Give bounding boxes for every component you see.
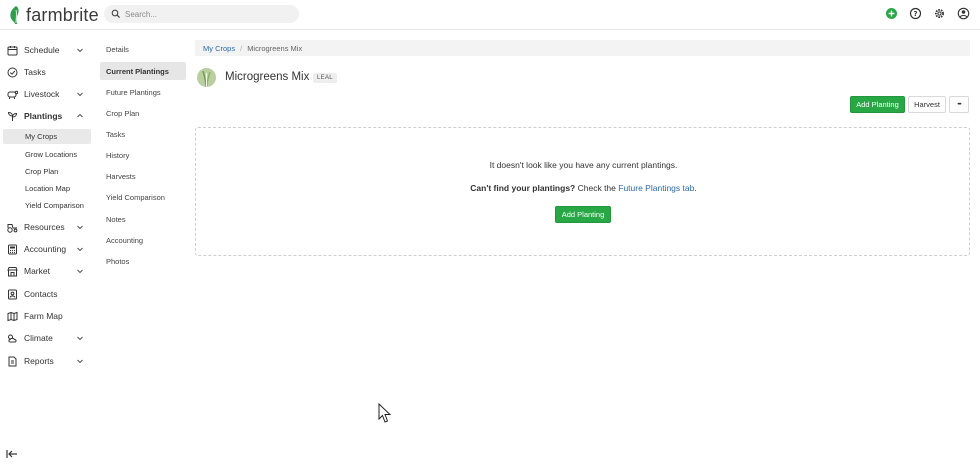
subnav-current-plantings[interactable]: Current Plantings	[100, 62, 186, 80]
nav-label: Market	[24, 266, 50, 276]
search-bar[interactable]	[104, 5, 299, 23]
more-options-button[interactable]: •••	[949, 96, 969, 113]
breadcrumb-current: Microgreens Mix	[247, 43, 303, 53]
chevron-down-icon	[76, 357, 84, 365]
livestock-icon	[7, 89, 19, 100]
nav-label: Tasks	[24, 67, 46, 77]
left-nav: Schedule Tasks Livestock Plantings My Cr…	[0, 31, 96, 467]
nav-label: Climate	[24, 333, 53, 343]
report-icon	[7, 356, 18, 367]
empty-state-hint-text: Check the	[575, 183, 619, 193]
nav-label: Schedule	[24, 45, 60, 55]
svg-text:?: ?	[913, 10, 917, 18]
subnav-details[interactable]: Details	[100, 40, 186, 58]
add-planting-button[interactable]: Add Planting	[850, 96, 905, 113]
nav-label: Reports	[24, 356, 54, 366]
nav-yield-comparison[interactable]: Yield Comparison	[3, 198, 91, 213]
nav-farm-map[interactable]: Farm Map	[0, 306, 96, 326]
nav-label: Plantings	[24, 111, 63, 121]
breadcrumb: My Crops / Microgreens Mix	[195, 40, 970, 56]
nav-grow-locations[interactable]: Grow Locations	[3, 147, 91, 162]
calculator-icon	[7, 244, 18, 255]
empty-state-message: It doesn't look like you have any curren…	[489, 160, 678, 170]
store-icon	[7, 266, 18, 277]
page-title: Microgreens Mix	[225, 71, 310, 83]
nav-plantings[interactable]: Plantings	[0, 106, 96, 126]
nav-label: Contacts	[24, 289, 58, 299]
mouse-cursor-icon	[378, 402, 392, 424]
nav-tasks[interactable]: Tasks	[0, 62, 96, 82]
chevron-down-icon	[76, 267, 84, 275]
logo-text: farmbrite	[26, 4, 99, 25]
calendar-icon	[7, 45, 18, 56]
nav-crop-plan[interactable]: Crop Plan	[3, 164, 91, 179]
nav-climate[interactable]: Climate	[0, 328, 96, 348]
subnav-history[interactable]: History	[100, 146, 186, 164]
chevron-down-icon	[76, 334, 84, 342]
sprout-icon	[7, 111, 18, 122]
harvest-button[interactable]: Harvest	[908, 96, 946, 113]
nav-resources[interactable]: Resources	[0, 217, 96, 237]
collapse-sidebar-icon[interactable]	[6, 449, 18, 459]
nav-livestock[interactable]: Livestock	[0, 84, 96, 104]
search-input[interactable]	[125, 9, 285, 19]
top-bar: farmbrite ?	[0, 0, 980, 30]
nav-accounting[interactable]: Accounting	[0, 239, 96, 259]
nav-location-map[interactable]: Location Map	[3, 181, 91, 196]
cloud-sun-icon	[7, 333, 18, 344]
subnav-crop-plan[interactable]: Crop Plan	[100, 104, 186, 122]
breadcrumb-my-crops[interactable]: My Crops	[203, 44, 235, 53]
help-icon[interactable]: ?	[909, 7, 922, 20]
subnav-future-plantings[interactable]: Future Plantings	[100, 83, 186, 101]
tractor-icon	[7, 222, 18, 233]
chevron-up-icon	[76, 112, 84, 120]
nav-label: Accounting	[24, 244, 67, 254]
crop-avatar	[197, 68, 216, 87]
subnav-harvests[interactable]: Harvests	[100, 167, 186, 185]
empty-state-panel: It doesn't look like you have any curren…	[195, 127, 970, 256]
subnav-tasks[interactable]: Tasks	[100, 125, 186, 143]
breadcrumb-separator: /	[240, 43, 243, 53]
future-plantings-link[interactable]: Future Plantings tab	[618, 183, 694, 193]
empty-state-hint-end: .	[694, 183, 697, 193]
nav-market[interactable]: Market	[0, 261, 96, 281]
user-icon[interactable]	[957, 7, 970, 20]
empty-add-planting-button[interactable]: Add Planting	[555, 206, 611, 223]
chevron-down-icon	[76, 223, 84, 231]
empty-state-hint: Can't find your plantings? Check the Fut…	[196, 183, 971, 193]
chevron-down-icon	[76, 46, 84, 54]
subnav-notes[interactable]: Notes	[100, 210, 186, 228]
chevron-down-icon	[76, 245, 84, 253]
check-circle-icon	[7, 67, 18, 78]
subnav-yield-comparison[interactable]: Yield Comparison	[100, 188, 186, 206]
nav-reports[interactable]: Reports	[0, 351, 96, 371]
map-icon	[7, 311, 18, 322]
search-icon	[111, 9, 121, 19]
subnav-photos[interactable]: Photos	[100, 252, 186, 270]
nav-label: Livestock	[24, 89, 60, 99]
farmbrite-logo[interactable]: farmbrite	[9, 4, 99, 26]
nav-label: Farm Map	[24, 311, 63, 321]
nav-my-crops[interactable]: My Crops	[3, 129, 91, 144]
subnav-accounting[interactable]: Accounting	[100, 231, 186, 249]
nav-schedule[interactable]: Schedule	[0, 40, 96, 60]
crop-badge: LEAL	[313, 73, 337, 83]
nav-label: Resources	[24, 222, 65, 232]
add-circle-icon[interactable]	[885, 7, 898, 20]
empty-state-hint-bold: Can't find your plantings?	[470, 183, 576, 193]
chevron-down-icon	[76, 90, 84, 98]
nav-contacts[interactable]: Contacts	[0, 284, 96, 304]
settings-icon[interactable]	[933, 7, 946, 20]
contact-card-icon	[7, 289, 18, 300]
leaf-logo-icon	[10, 6, 19, 24]
